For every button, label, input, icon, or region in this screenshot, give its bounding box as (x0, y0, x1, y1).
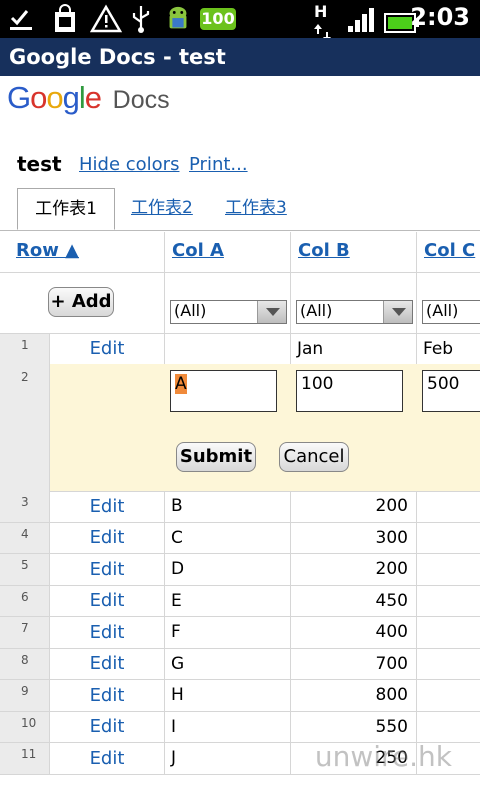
edit-link[interactable]: Edit (50, 491, 165, 523)
warning-icon (90, 4, 122, 33)
column-header-col-c[interactable]: Col C (417, 232, 480, 273)
cell-col-b[interactable]: 300 (291, 523, 417, 554)
edit-link[interactable]: Edit (50, 523, 165, 554)
chevron-down-icon (257, 301, 286, 323)
watermark: unwire.hk (314, 740, 452, 773)
tab-sheet-1[interactable]: 工作表1 (17, 188, 115, 230)
sheet-tabs: 工作表1 工作表2 工作表3 (0, 188, 480, 231)
cell-col-a[interactable]: C (165, 523, 291, 554)
edit-link[interactable]: Edit (50, 586, 165, 617)
cell-col-a[interactable]: D (165, 554, 291, 586)
edit-link[interactable]: Edit (50, 680, 165, 712)
edit-link[interactable]: Edit (50, 334, 165, 365)
status-bar: 100 H 2:03 (0, 0, 480, 42)
cell-col-b[interactable]: 450 (291, 586, 417, 617)
row-number: 7 (0, 617, 50, 649)
submit-button[interactable]: Submit (176, 442, 256, 472)
edit-link[interactable]: Edit (50, 554, 165, 586)
chevron-down-icon (383, 301, 412, 323)
usb-icon (132, 6, 150, 33)
row-number-cell: 2 (0, 364, 50, 491)
edit-link[interactable]: Edit (50, 649, 165, 680)
clock: 2:03 (410, 3, 470, 31)
cell-col-a[interactable]: F (165, 617, 291, 649)
cell-col-b[interactable]: 200 (291, 554, 417, 586)
google-docs-logo: Google Docs (7, 80, 170, 115)
filter-select-col-b[interactable]: (All) (296, 300, 413, 324)
row-number: 5 (0, 554, 50, 586)
add-row-button[interactable]: + Add (48, 287, 114, 317)
cell-col-a[interactable]: E (165, 586, 291, 617)
edit-link[interactable]: Edit (50, 743, 165, 775)
battery-level-badge: 100 (200, 8, 236, 30)
cell-col-c[interactable] (417, 617, 480, 649)
add-cell: + Add (0, 273, 165, 334)
cell-col-c[interactable] (417, 680, 480, 712)
filter-cell-col-a: (All) (165, 273, 291, 334)
print-link[interactable]: Print... (189, 154, 248, 175)
row-number: 4 (0, 523, 50, 554)
download-done-icon (10, 10, 32, 30)
row-number: 10 (0, 712, 50, 743)
document-header: test Hide colors Print... (0, 150, 480, 180)
filter-cell-col-c: (All) (417, 273, 480, 334)
cell-col-c[interactable] (417, 554, 480, 586)
row-number: 11 (0, 743, 50, 775)
edit-link[interactable]: Edit (50, 617, 165, 649)
shopping-bag-icon (55, 4, 75, 32)
row-number: 8 (0, 649, 50, 680)
cell-col-b[interactable]: Jan (291, 334, 417, 365)
android-icon (169, 6, 187, 29)
cell-col-c[interactable] (417, 523, 480, 554)
row-number: 3 (0, 491, 50, 523)
edit-link[interactable]: Edit (50, 712, 165, 743)
signal-icon (348, 8, 374, 32)
cancel-button[interactable]: Cancel (279, 442, 349, 472)
edit-row: 2 A 100 500 Submit Cancel (0, 364, 480, 492)
cell-col-b[interactable]: 550 (291, 712, 417, 743)
column-header-row[interactable]: Row ▲ (0, 232, 165, 273)
cell-col-a[interactable] (165, 334, 291, 365)
filter-select-col-a[interactable]: (All) (170, 300, 287, 324)
tab-sheet-3[interactable]: 工作表3 (225, 188, 287, 228)
cell-col-a[interactable]: B (165, 491, 291, 523)
cell-col-c[interactable] (417, 586, 480, 617)
filter-select-col-c[interactable]: (All) (422, 300, 480, 324)
cell-col-c[interactable] (417, 491, 480, 523)
cell-col-b[interactable]: 800 (291, 680, 417, 712)
cell-col-b[interactable]: 200 (291, 491, 417, 523)
row-number: 6 (0, 586, 50, 617)
edit-input-col-a[interactable]: A (170, 370, 277, 412)
tab-sheet-2[interactable]: 工作表2 (131, 188, 193, 228)
cell-col-b[interactable]: 400 (291, 617, 417, 649)
row-number: 9 (0, 680, 50, 712)
column-header-col-a[interactable]: Col A (165, 232, 291, 273)
edit-input-col-b[interactable]: 100 (296, 370, 403, 412)
cell-col-a[interactable]: J (165, 743, 291, 775)
app-title-bar: Google Docs - test (0, 38, 480, 76)
row-number: 1 (0, 334, 50, 365)
cell-col-c[interactable]: Feb (417, 334, 480, 365)
cell-col-a[interactable]: H (165, 680, 291, 712)
cell-col-a[interactable]: I (165, 712, 291, 743)
edit-input-col-c[interactable]: 500 (422, 370, 480, 412)
filter-cell-col-b: (All) (291, 273, 417, 334)
cell-col-c[interactable] (417, 712, 480, 743)
cell-col-b[interactable]: 700 (291, 649, 417, 680)
cell-col-c[interactable] (417, 649, 480, 680)
hide-colors-link[interactable]: Hide colors (79, 154, 179, 175)
row-number: 2 (21, 370, 29, 384)
cell-col-a[interactable]: G (165, 649, 291, 680)
column-header-col-b[interactable]: Col B (291, 232, 417, 273)
document-title: test (17, 152, 62, 176)
